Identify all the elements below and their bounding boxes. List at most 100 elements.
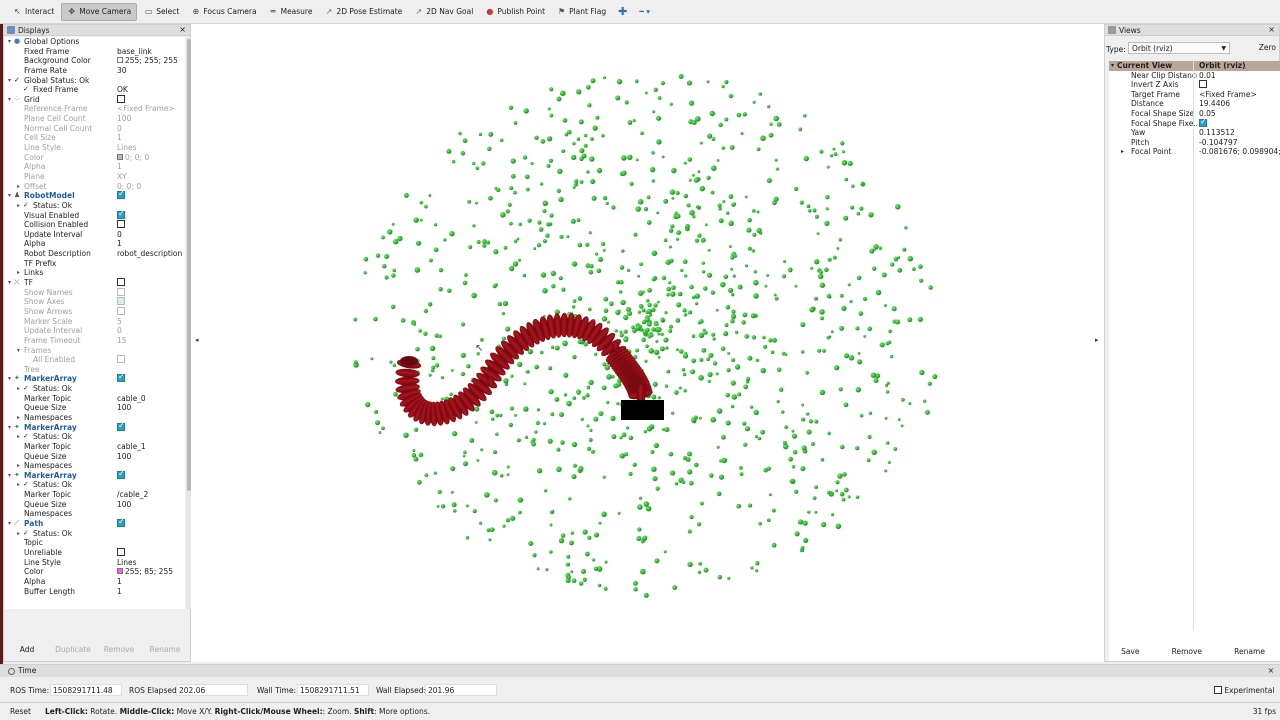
display-row[interactable]: Color 255; 85; 255: [4, 567, 185, 577]
display-row[interactable]: ▾ ● Global Options: [4, 37, 185, 47]
property-value[interactable]: [117, 374, 185, 384]
close-icon[interactable]: ×: [179, 25, 186, 34]
display-row[interactable]: Marker Scale 5: [4, 317, 185, 327]
view-type-select[interactable]: Orbit (rviz) ▼: [1128, 42, 1230, 54]
collapsed-arrow-icon[interactable]: ▸: [15, 413, 22, 423]
property-value[interactable]: 1: [117, 577, 185, 587]
property-value[interactable]: 1: [117, 239, 185, 249]
enable-checkbox[interactable]: [117, 287, 125, 296]
save-view-button[interactable]: Save: [1121, 647, 1139, 656]
collapsed-arrow-icon[interactable]: ▸: [15, 384, 22, 394]
property-value[interactable]: 100: [117, 500, 185, 510]
enable-checkbox[interactable]: [117, 306, 125, 315]
property-value[interactable]: [117, 210, 185, 221]
property-value[interactable]: [117, 287, 185, 298]
expanded-arrow-icon[interactable]: ▾: [6, 374, 13, 384]
property-value[interactable]: 255; 255; 255: [117, 56, 185, 66]
experimental-checkbox[interactable]: [1214, 686, 1222, 694]
collapsed-arrow-icon[interactable]: ▸: [15, 201, 22, 211]
enable-checkbox[interactable]: [117, 210, 125, 219]
display-row[interactable]: Queue Size 100: [4, 500, 185, 510]
collapsed-arrow-icon[interactable]: ▸: [15, 182, 22, 192]
tool-publish-point-button[interactable]: ● Publish Point: [480, 3, 550, 21]
property-value[interactable]: 5: [117, 317, 185, 327]
display-row[interactable]: Update Interval 0: [4, 230, 185, 240]
property-value[interactable]: [117, 422, 185, 433]
property-value[interactable]: [117, 355, 185, 365]
expanded-arrow-icon[interactable]: ▾: [6, 519, 13, 529]
render-viewport[interactable]: ◂ ▸ ↖: [191, 24, 1104, 662]
expanded-arrow-icon[interactable]: ▾: [6, 37, 13, 47]
tool-focus-camera-button[interactable]: ⊕ Focus Camera: [186, 3, 261, 21]
display-row[interactable]: ▸ ✓ Status: Ok: [4, 529, 185, 539]
property-value[interactable]: XY: [117, 172, 185, 182]
property-value[interactable]: robot_description: [117, 249, 185, 259]
expanded-arrow-icon[interactable]: ▾: [15, 346, 22, 356]
display-row[interactable]: Show Arrows: [4, 306, 185, 317]
display-row[interactable]: Normal Cell Count 0: [4, 124, 185, 134]
enable-checkbox[interactable]: [117, 220, 125, 229]
display-row[interactable]: ▾ ✦ MarkerArray: [4, 422, 185, 433]
expanded-arrow-icon[interactable]: ▾: [6, 95, 13, 105]
ros-elapsed-field[interactable]: 202.06: [176, 684, 248, 696]
display-row[interactable]: ▸ Namespaces: [4, 413, 185, 423]
wall-time-field[interactable]: 1508291711.51: [297, 684, 369, 696]
display-row[interactable]: Tree: [4, 365, 185, 375]
display-row[interactable]: All Enabled: [4, 355, 185, 365]
display-row[interactable]: Fixed Frame base_link: [4, 47, 185, 57]
display-row[interactable]: ✓ Fixed Frame OK: [4, 85, 185, 95]
property-value[interactable]: <Fixed Frame>: [117, 104, 185, 114]
property-value[interactable]: 15: [117, 336, 185, 346]
display-row[interactable]: Topic: [4, 538, 185, 548]
view-property-row[interactable]: Focal Shape Fixe...: [1109, 118, 1280, 129]
property-value[interactable]: 1: [117, 587, 185, 597]
view-property-value[interactable]: [1199, 80, 1280, 90]
experimental-toggle[interactable]: Experimental: [1214, 685, 1274, 696]
expanded-arrow-icon[interactable]: ▾: [6, 423, 13, 433]
collapsed-arrow-icon[interactable]: ▸: [15, 480, 22, 490]
expanded-arrow-icon[interactable]: ▾: [6, 278, 13, 288]
display-row[interactable]: Alpha 1: [4, 577, 185, 587]
view-property-row[interactable]: Yaw 0.113512: [1109, 128, 1280, 138]
display-row[interactable]: Alpha 1: [4, 162, 185, 172]
property-value[interactable]: Lines: [117, 558, 185, 568]
collapsed-arrow-icon[interactable]: ▸: [15, 529, 22, 539]
display-row[interactable]: Show Axes: [4, 297, 185, 307]
collapsed-arrow-icon[interactable]: ▸: [15, 268, 22, 278]
enable-checkbox[interactable]: [117, 278, 125, 287]
display-row[interactable]: Update Interval 0: [4, 326, 185, 336]
property-value[interactable]: 1: [117, 133, 185, 143]
tool-2d-pose-estimate-button[interactable]: ↗ 2D Pose Estimate: [319, 3, 407, 21]
zero-button[interactable]: Zero: [1259, 43, 1276, 52]
display-row[interactable]: TF Prefix: [4, 259, 185, 269]
view-property-row[interactable]: Distance 19.4406: [1109, 99, 1280, 109]
view-checkbox[interactable]: [1199, 80, 1207, 89]
property-value[interactable]: [117, 306, 185, 317]
view-property-row[interactable]: Pitch -0.104797: [1109, 138, 1280, 148]
property-value[interactable]: OK: [117, 85, 185, 95]
property-value[interactable]: [117, 547, 185, 558]
tool-interact-button[interactable]: ↖ Interact: [8, 3, 59, 21]
view-property-value[interactable]: [1199, 118, 1280, 129]
display-row[interactable]: ▾ ✦ MarkerArray: [4, 470, 185, 481]
display-row[interactable]: Marker Topic cable_1: [4, 442, 185, 452]
display-row[interactable]: ▾ ⤬ TF: [4, 278, 185, 288]
enable-checkbox[interactable]: [117, 297, 125, 306]
property-value[interactable]: 100: [117, 114, 185, 124]
display-row[interactable]: Plane XY: [4, 172, 185, 182]
display-row[interactable]: ▾ ✓ Global Status: Ok: [4, 76, 185, 86]
display-row[interactable]: ▾ ⟋ Path: [4, 519, 185, 529]
display-row[interactable]: Cell Size 1: [4, 133, 185, 143]
view-property-row[interactable]: Invert Z Axis: [1109, 80, 1280, 90]
tool-plant-flag-button[interactable]: ⚑ Plant Flag: [552, 3, 611, 21]
color-swatch[interactable]: [117, 568, 123, 575]
enable-checkbox[interactable]: [117, 191, 125, 200]
display-row[interactable]: Frame Timeout 15: [4, 336, 185, 346]
property-value[interactable]: 100: [117, 452, 185, 462]
reset-button[interactable]: Reset: [10, 707, 31, 716]
close-icon[interactable]: ×: [1268, 665, 1274, 677]
display-row[interactable]: ▸ ✓ Status: Ok: [4, 432, 185, 442]
collapsed-arrow-icon[interactable]: ▸: [1121, 147, 1124, 157]
property-value[interactable]: 100: [117, 403, 185, 413]
enable-checkbox[interactable]: [117, 355, 125, 364]
